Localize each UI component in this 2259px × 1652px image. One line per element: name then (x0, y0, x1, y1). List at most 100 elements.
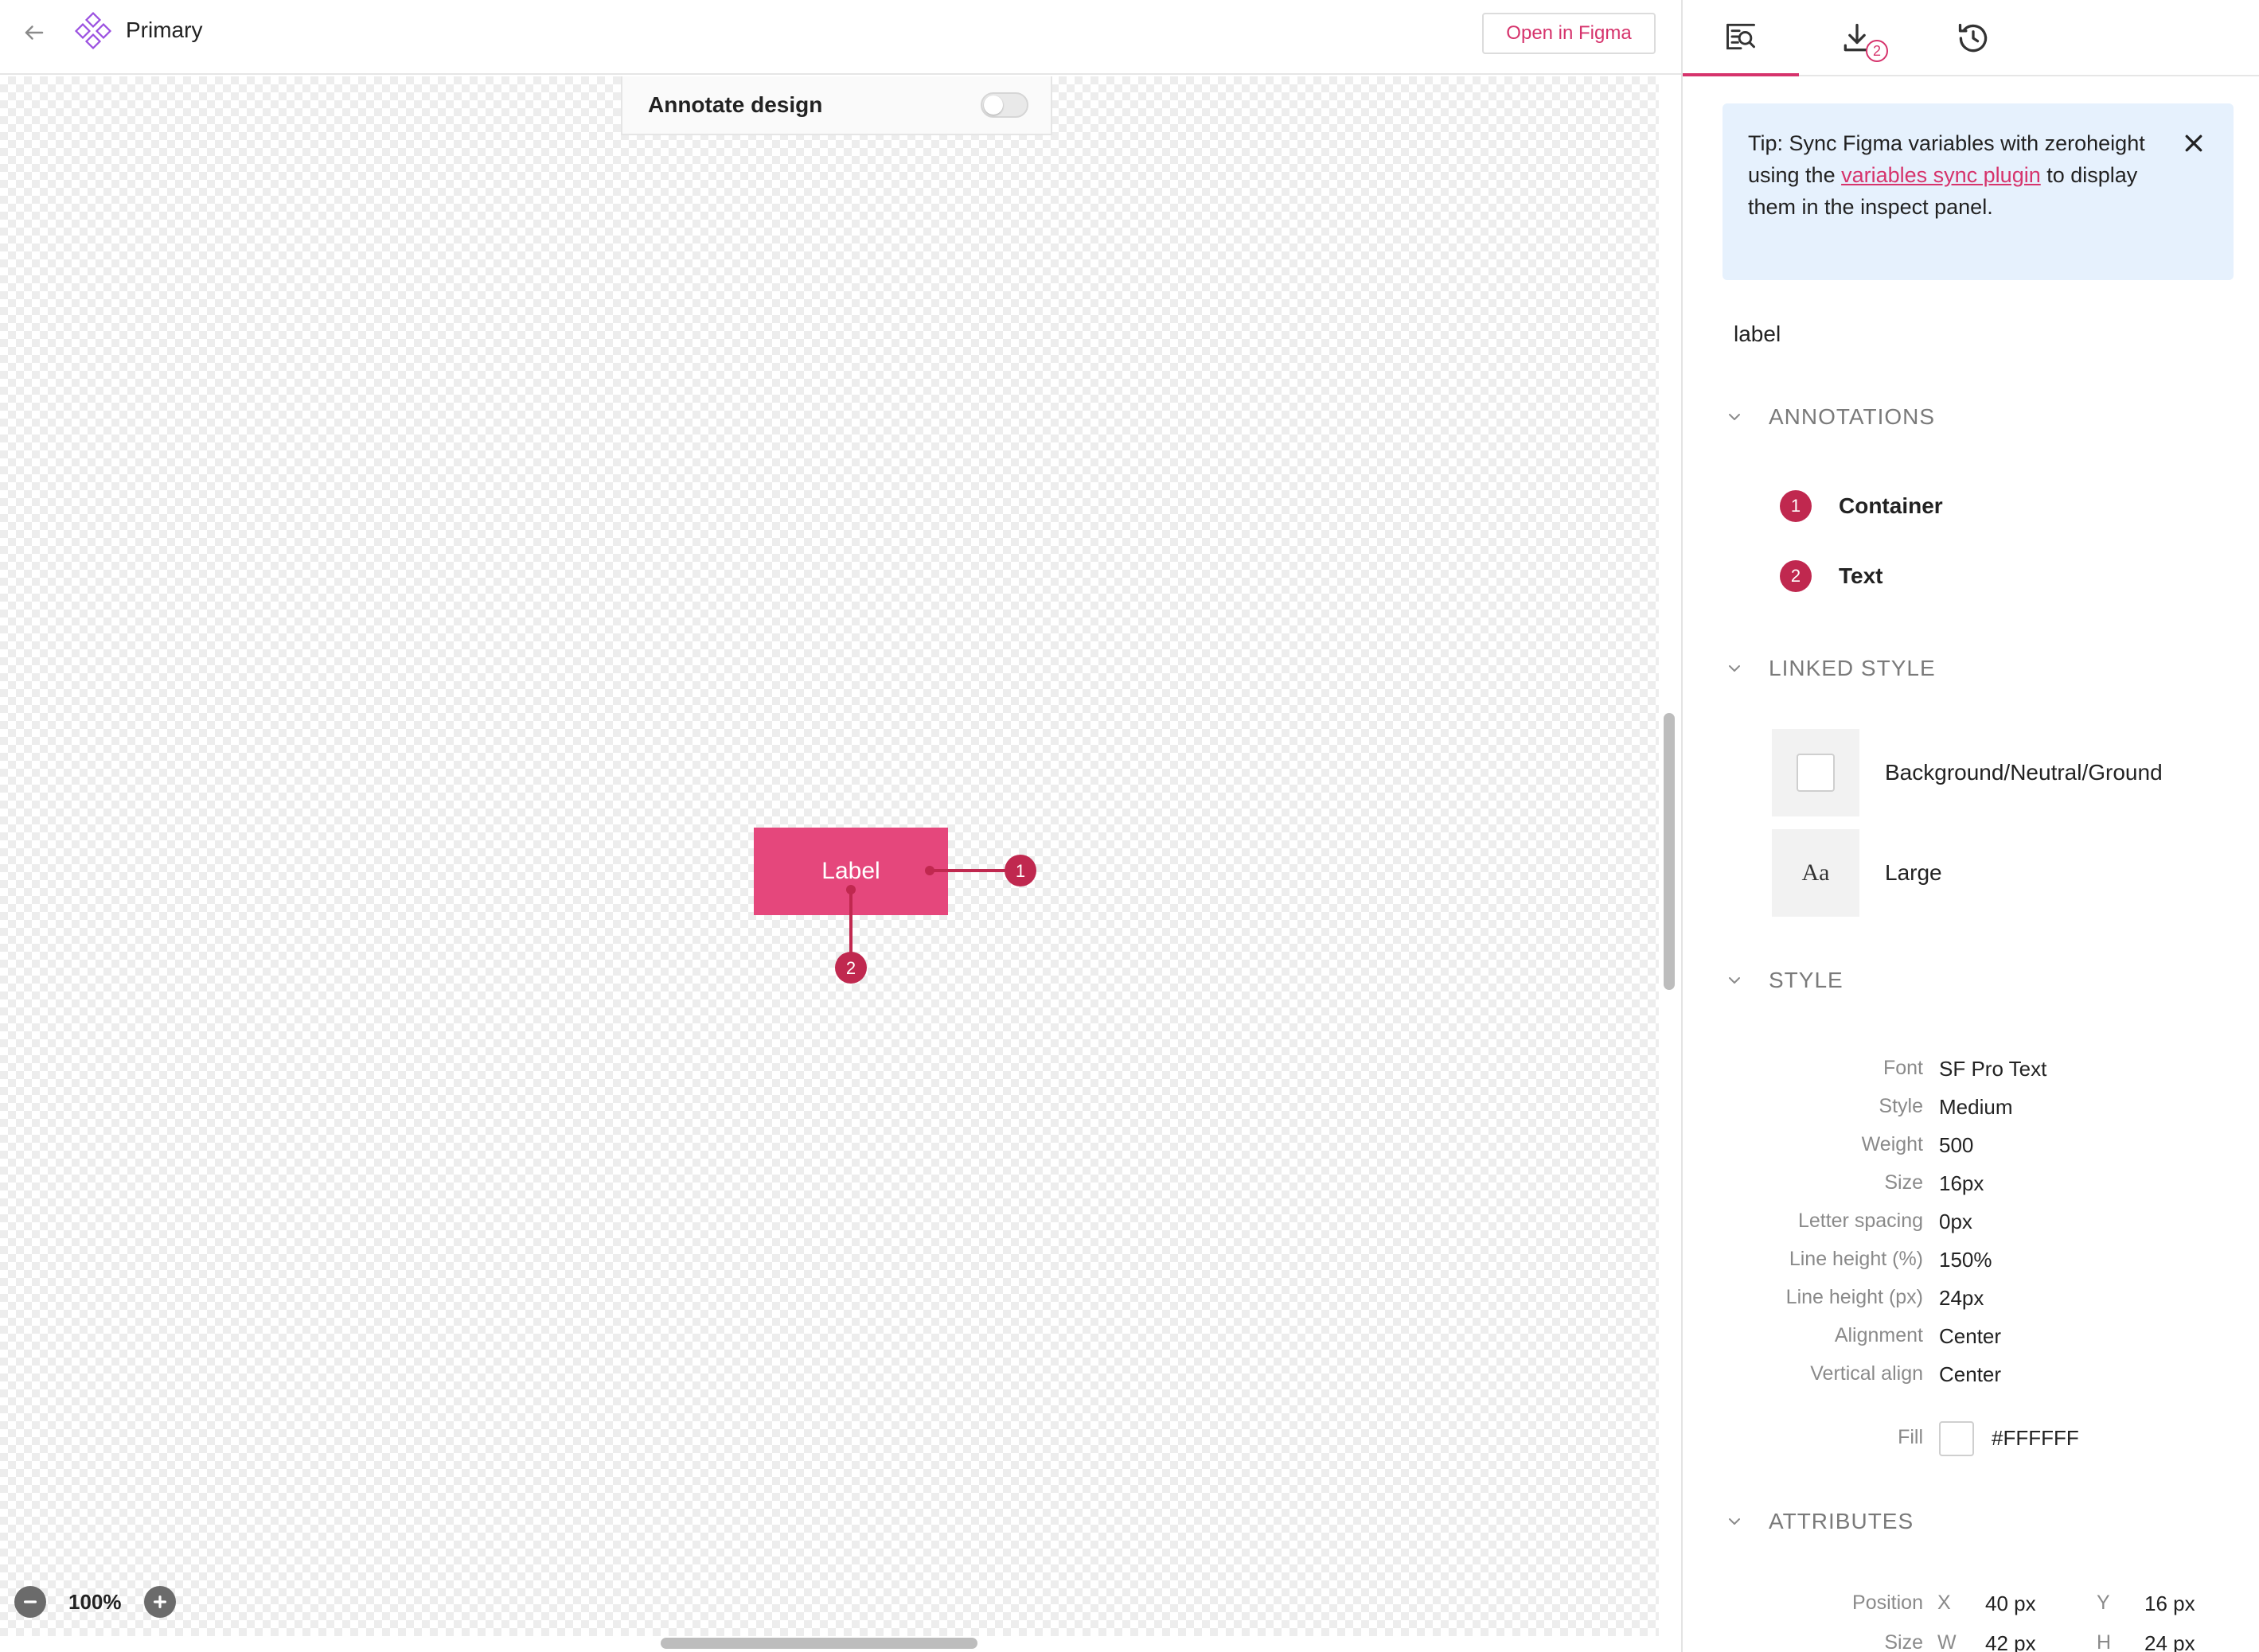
prop-label: Size (1884, 1171, 1923, 1194)
chevron-down-icon (1729, 977, 1740, 984)
attr-h-value: 24 px (2144, 1631, 2195, 1652)
attr-w-value: 42 px (1985, 1631, 2036, 1652)
section-title: ATTRIBUTES (1769, 1509, 1914, 1533)
chevron-down-icon (1729, 1518, 1740, 1525)
attr-x-value: 40 px (1985, 1592, 2036, 1615)
style-prop-alignment: Alignment Center (1683, 1324, 2259, 1356)
chevron-down-icon (1729, 414, 1740, 420)
prop-value: 16px (1939, 1171, 1984, 1195)
arrow-left-icon (25, 25, 44, 40)
color-swatch-icon (1772, 729, 1859, 816)
tip-banner: Tip: Sync Figma variables with zeroheigh… (1723, 103, 2234, 280)
open-in-figma-button[interactable]: Open in Figma (1482, 13, 1656, 54)
style-prop-weight: Weight 500 (1683, 1133, 2259, 1165)
fill-value: #FFFFFF (1992, 1426, 2079, 1450)
inspect-panel: 2 Tip: Sync Figma variables with zerohei… (1681, 0, 2259, 1652)
annotation-number-badge: 1 (1780, 490, 1812, 522)
downloads-count-badge: 2 (1866, 40, 1888, 62)
attr-h-label: H (2097, 1631, 2112, 1652)
style-prop-line-height-percent: Line height (%) 150% (1683, 1248, 2259, 1280)
annotate-design-toggle[interactable] (981, 92, 1028, 118)
inspect-icon (1726, 23, 1755, 50)
section-linked-style-header[interactable]: LINKED STYLE (1723, 656, 1936, 681)
prop-label: Vertical align (1810, 1362, 1923, 1385)
variables-sync-plugin-link[interactable]: variables sync plugin (1841, 163, 2041, 187)
zoom-out-button[interactable] (14, 1586, 46, 1618)
linked-style-label: Large (1885, 860, 1942, 885)
style-prop-line-height-px: Line height (px) 24px (1683, 1286, 2259, 1318)
section-title: STYLE (1769, 968, 1843, 992)
close-icon (2185, 134, 2202, 152)
attr-y-label: Y (2097, 1592, 2110, 1614)
history-icon (1958, 23, 1988, 53)
linked-style-text[interactable]: Aa Large (1772, 829, 1942, 917)
layer-name: label (1734, 321, 1781, 346)
back-button[interactable] (18, 16, 51, 49)
annotate-design-panel: Annotate design (621, 76, 1052, 135)
prop-value: Medium (1939, 1095, 2013, 1119)
prop-label: Size (1884, 1631, 1923, 1652)
style-prop-fill: Fill #FFFFFF (1683, 1421, 2259, 1456)
style-prop-size: Size 16px (1683, 1171, 2259, 1203)
prop-value: 0px (1939, 1210, 1972, 1233)
prop-label: Line height (px) (1785, 1286, 1923, 1308)
zoom-level: 100% (68, 1589, 122, 1614)
prop-value: Center (1939, 1362, 2002, 1386)
horizontal-scrollbar[interactable] (661, 1638, 977, 1649)
fill-color-swatch[interactable] (1939, 1421, 1974, 1456)
linked-style-label: Background/Neutral/Ground (1885, 760, 2163, 785)
section-title: LINKED STYLE (1769, 656, 1936, 680)
prop-value: Center (1939, 1324, 2002, 1348)
viewer-header: Primary Open in Figma (0, 0, 1681, 75)
prop-value: 500 (1939, 1133, 1974, 1157)
style-prop-vertical-align: Vertical align Center (1683, 1362, 2259, 1394)
section-title: ANNOTATIONS (1769, 404, 1936, 429)
prop-label: Fill (1898, 1426, 1923, 1448)
section-attributes-header[interactable]: ATTRIBUTES (1723, 1509, 1914, 1534)
attr-position: Position X 40 px Y 16 px (1683, 1592, 2259, 1623)
tip-close-button[interactable] (2178, 127, 2210, 159)
attr-y-value: 16 px (2144, 1592, 2195, 1615)
vertical-scrollbar[interactable] (1664, 713, 1675, 990)
design-viewer: Primary Open in Figma Annotate design La… (0, 0, 1681, 1652)
prop-label: Font (1882, 1057, 1923, 1079)
attr-w-label: W (1937, 1631, 1957, 1652)
tab-inspect[interactable] (1683, 0, 1799, 76)
prop-label: Letter spacing (1797, 1210, 1923, 1232)
text-style-icon: Aa (1772, 829, 1859, 917)
plus-icon (153, 1595, 166, 1609)
annotation-item[interactable]: 1 Container (1780, 490, 1943, 522)
tab-downloads[interactable]: 2 (1799, 0, 1915, 76)
annotation-item[interactable]: 2 Text (1780, 560, 1883, 592)
section-annotations-header[interactable]: ANNOTATIONS (1723, 404, 1935, 430)
style-prop-font: Font SF Pro Text (1683, 1057, 2259, 1089)
style-prop-letter-spacing: Letter spacing 0px (1683, 1210, 2259, 1241)
toggle-knob (984, 95, 1003, 115)
annotation-label: Text (1839, 563, 1883, 588)
style-prop-style: Style Medium (1683, 1095, 2259, 1127)
annotate-design-label: Annotate design (648, 92, 823, 117)
zoom-in-button[interactable] (143, 1586, 176, 1618)
component-icon (74, 11, 112, 50)
attr-x-label: X (1937, 1592, 1951, 1614)
minus-icon (23, 1600, 37, 1603)
prop-value: 24px (1939, 1286, 1984, 1310)
annotation-number-badge: 2 (1780, 560, 1812, 592)
zoom-controls: 100% (14, 1584, 176, 1620)
panel-tabs: 2 (1683, 0, 2259, 76)
tab-history[interactable] (1915, 0, 2031, 76)
linked-style-color[interactable]: Background/Neutral/Ground (1772, 729, 2163, 816)
page-title: Primary (126, 18, 203, 42)
component-preview-label[interactable]: Label (754, 828, 948, 915)
prop-value: SF Pro Text (1939, 1057, 2047, 1081)
chevron-down-icon (1729, 665, 1740, 672)
annotation-label: Container (1839, 493, 1943, 518)
attr-size: Size W 42 px H 24 px (1683, 1631, 2259, 1652)
section-style-header[interactable]: STYLE (1723, 968, 1843, 993)
prop-label: Style (1879, 1095, 1923, 1117)
prop-label: Line height (%) (1789, 1248, 1923, 1270)
prop-label: Weight (1861, 1133, 1923, 1155)
prop-label: Position (1852, 1592, 1923, 1614)
prop-label: Alignment (1834, 1324, 1923, 1346)
prop-value: 150% (1939, 1248, 1992, 1272)
